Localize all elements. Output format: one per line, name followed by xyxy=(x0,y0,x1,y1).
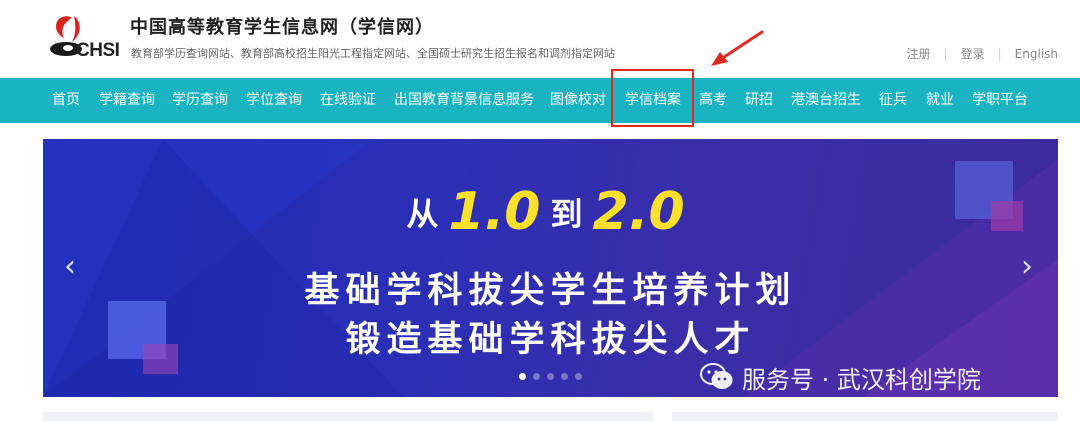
slide-dot[interactable] xyxy=(575,373,582,380)
site-subtitle: 教育部学历查询网站、教育部高校招生阳光工程指定网站、全国硕士研究生招生报名和调剂… xyxy=(131,47,615,60)
banner-headline: 从 1.0 到 2.0 xyxy=(43,182,1058,242)
site-header: CHSI 中国高等教育学生信息网（学信网） 教育部学历查询网站、教育部高校招生阳… xyxy=(0,0,1080,78)
english-link[interactable]: English xyxy=(1015,47,1058,61)
banner-version-2: 2.0 xyxy=(592,182,685,242)
nav-item-degree-query[interactable]: 学位查询 xyxy=(246,78,302,123)
slide-dot[interactable] xyxy=(561,373,568,380)
nav-item-overseas-education[interactable]: 出国教育背景信息服务 xyxy=(394,78,534,123)
banner-version-1: 1.0 xyxy=(448,182,541,242)
divider: | xyxy=(997,46,1002,61)
nav-item-career-platform[interactable]: 学职平台 xyxy=(972,78,1028,123)
nav-item-online-verify[interactable]: 在线验证 xyxy=(320,78,376,123)
site-title: 中国高等教育学生信息网（学信网） xyxy=(130,17,434,38)
login-link[interactable]: 登录 xyxy=(961,45,985,62)
main-nav: 首页 学籍查询 学历查询 学位查询 在线验证 出国教育背景信息服务 图像校对 学… xyxy=(0,78,1080,123)
nav-item-degree-record-query[interactable]: 学历查询 xyxy=(172,78,228,123)
logo-text: CHSI xyxy=(76,40,120,61)
register-link[interactable]: 注册 xyxy=(907,45,931,62)
nav-item-employment[interactable]: 就业 xyxy=(926,78,954,123)
nav-item-image-proofread[interactable]: 图像校对 xyxy=(550,78,606,123)
highlight-box xyxy=(611,69,694,127)
slide-dot[interactable] xyxy=(533,373,540,380)
slide-dot[interactable] xyxy=(547,373,554,380)
wechat-icon xyxy=(700,363,733,389)
slide-indicator xyxy=(519,373,582,380)
content-card-edge xyxy=(672,412,1058,421)
watermark: 服务号 · 武汉科创学院 xyxy=(700,360,981,394)
nav-item-enrollment-query[interactable]: 学籍查询 xyxy=(99,78,155,123)
divider: | xyxy=(943,46,948,61)
watermark-text: 服务号 · 武汉科创学院 xyxy=(742,365,981,394)
nav-item-hk-macau-taiwan[interactable]: 港澳台招生 xyxy=(791,78,861,123)
nav-item-graduate-admission[interactable]: 研招 xyxy=(745,78,773,123)
nav-item-conscription[interactable]: 征兵 xyxy=(879,78,907,123)
top-links: 注册 | 登录 | English xyxy=(907,45,1058,62)
nav-item-home[interactable]: 首页 xyxy=(52,78,80,123)
banner-word-from: 从 xyxy=(406,195,439,233)
nav-item-gaokao[interactable]: 高考 xyxy=(699,78,727,123)
content-card-edge xyxy=(43,412,653,421)
banner-line-2: 基础学科拔尖学生培养计划 xyxy=(304,270,797,311)
banner-word-to: 到 xyxy=(550,195,583,233)
hero-banner[interactable]: ‹ › 从 1.0 到 2.0 基础学科拔尖学生培养计划 锻造基础学科拔尖人才 xyxy=(43,139,1058,397)
slide-dot[interactable] xyxy=(519,373,526,380)
annotation-arrow-icon xyxy=(711,30,764,66)
banner-line-3: 锻造基础学科拔尖人才 xyxy=(345,319,756,360)
